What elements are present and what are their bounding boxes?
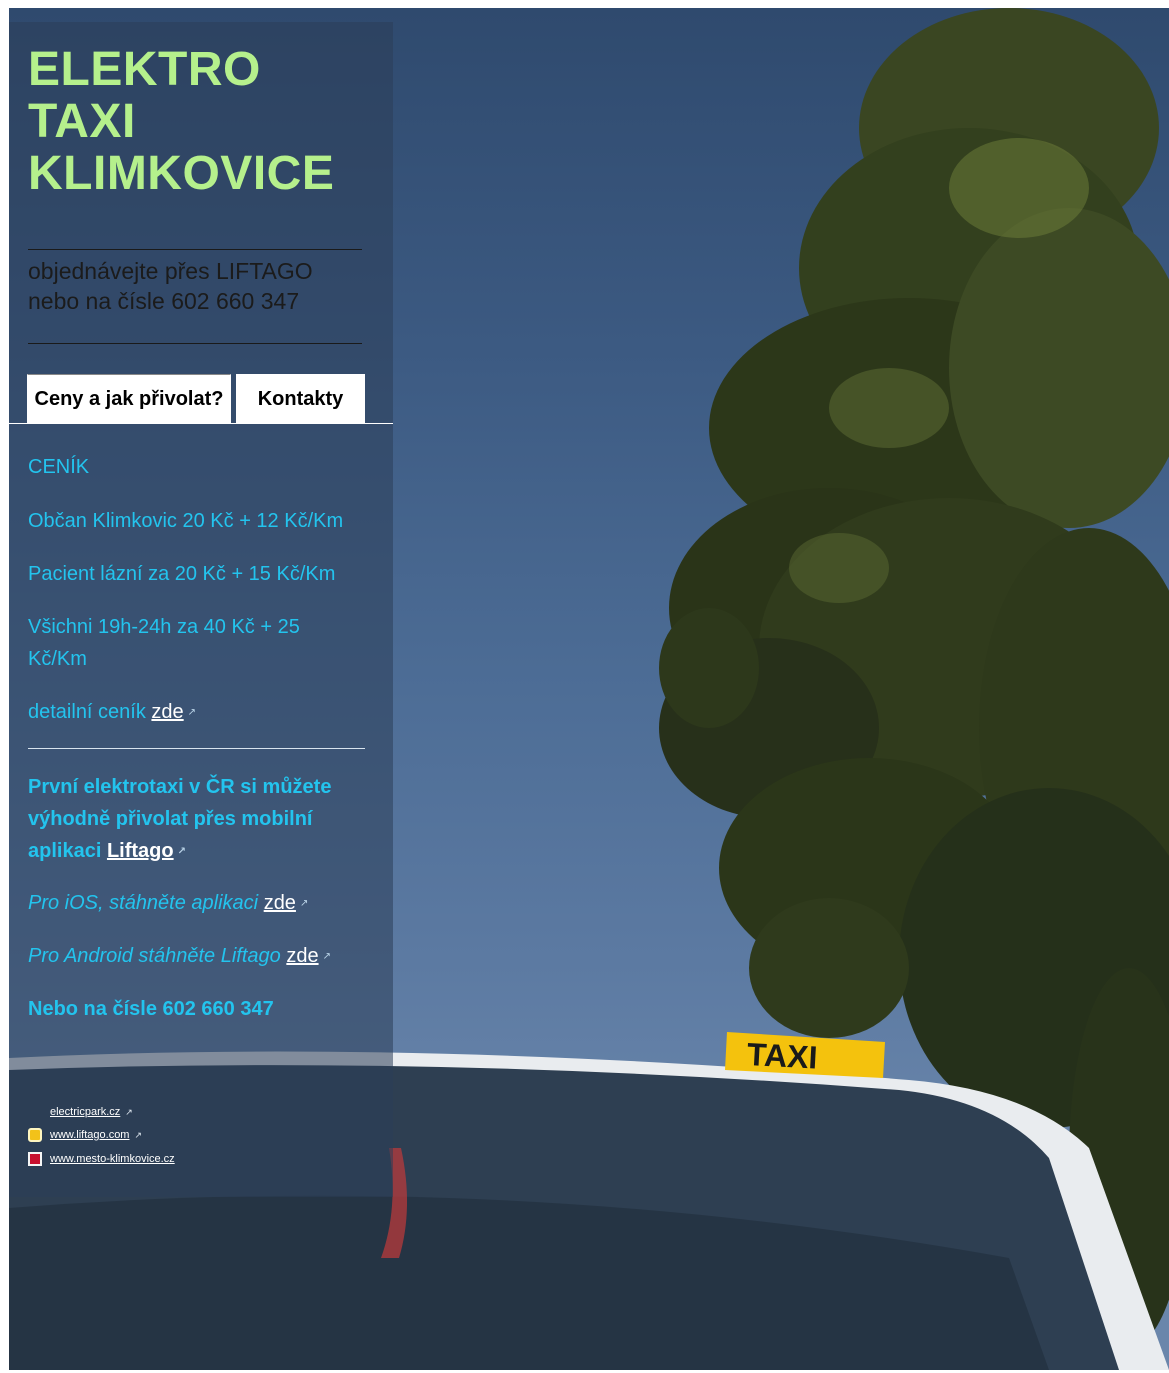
external-link-icon: ↗	[177, 845, 186, 857]
taxi-sign-text: TAXI	[746, 1036, 818, 1076]
detail-pricing-link[interactable]: zde	[151, 701, 183, 723]
app-promo: První elektrotaxi v ČR si můžete výhodně…	[28, 771, 363, 868]
electricpark-link[interactable]: electricpark.cz	[50, 1106, 120, 1118]
klimkovice-site-link[interactable]: www.mesto-klimkovice.cz	[50, 1153, 175, 1165]
order-line: nebo na čísle 602 660 347	[28, 288, 300, 314]
divider	[28, 343, 362, 344]
order-info: objednávejte přes LIFTAGO nebo na čísle …	[28, 256, 368, 316]
external-link-icon: ↗	[134, 1129, 143, 1140]
footer-link-row: www.liftago.com ↗	[28, 1126, 142, 1144]
title-line: KLIMKOVICE	[28, 147, 335, 200]
external-link-icon: ↗	[125, 1106, 133, 1117]
external-link-icon: ↗	[299, 897, 309, 909]
liftago-link[interactable]: Liftago	[107, 840, 174, 862]
pricing-heading: CENÍK	[28, 456, 90, 478]
price-item: Pacient lázní za 20 Kč + 15 Kč/Km	[28, 563, 336, 585]
footer-link-row: electricpark.cz ↗	[28, 1103, 133, 1121]
price-item: Občan Klimkovic 20 Kč + 12 Kč/Km	[28, 510, 344, 532]
tab-contacts[interactable]: Kontakty	[236, 374, 365, 424]
title-line: TAXI	[28, 95, 136, 148]
klimkovice-crest-icon	[28, 1152, 42, 1166]
ios-download-link[interactable]: zde	[264, 892, 296, 914]
phone-line: Nebo na čísle 602 660 347	[28, 998, 274, 1020]
title-line: ELEKTRO	[28, 43, 261, 96]
android-download-link[interactable]: zde	[286, 945, 318, 967]
price-item: Všichni 19h-24h za 40 Kč + 25 Kč/Km	[28, 616, 300, 670]
divider	[28, 748, 365, 749]
android-text: Pro Android stáhněte Liftago	[28, 945, 281, 967]
detail-pricing-line: detailní ceník zde ↗	[28, 696, 373, 729]
liftago-site-link[interactable]: www.liftago.com	[50, 1129, 129, 1141]
blank-icon	[28, 1105, 42, 1119]
external-link-icon: ↗	[187, 706, 197, 718]
site-title: ELEKTRO TAXI KLIMKOVICE	[28, 44, 334, 200]
ios-text: Pro iOS, stáhněte aplikaci	[28, 892, 259, 914]
android-line: Pro Android stáhněte Liftago zde ↗	[28, 940, 373, 973]
ios-line: Pro iOS, stáhněte aplikaci zde ↗	[28, 887, 373, 920]
taxi-roof-sign: TAXI	[725, 1032, 885, 1078]
external-link-icon: ↗	[322, 950, 331, 962]
order-line: objednávejte přes LIFTAGO	[28, 258, 313, 284]
divider	[28, 249, 362, 250]
tab-prices[interactable]: Ceny a jak přivolat?	[27, 374, 231, 424]
footer-link-row: www.mesto-klimkovice.cz	[28, 1150, 175, 1168]
detail-pricing-text: detailní ceník	[28, 701, 146, 723]
liftago-icon	[28, 1128, 42, 1142]
